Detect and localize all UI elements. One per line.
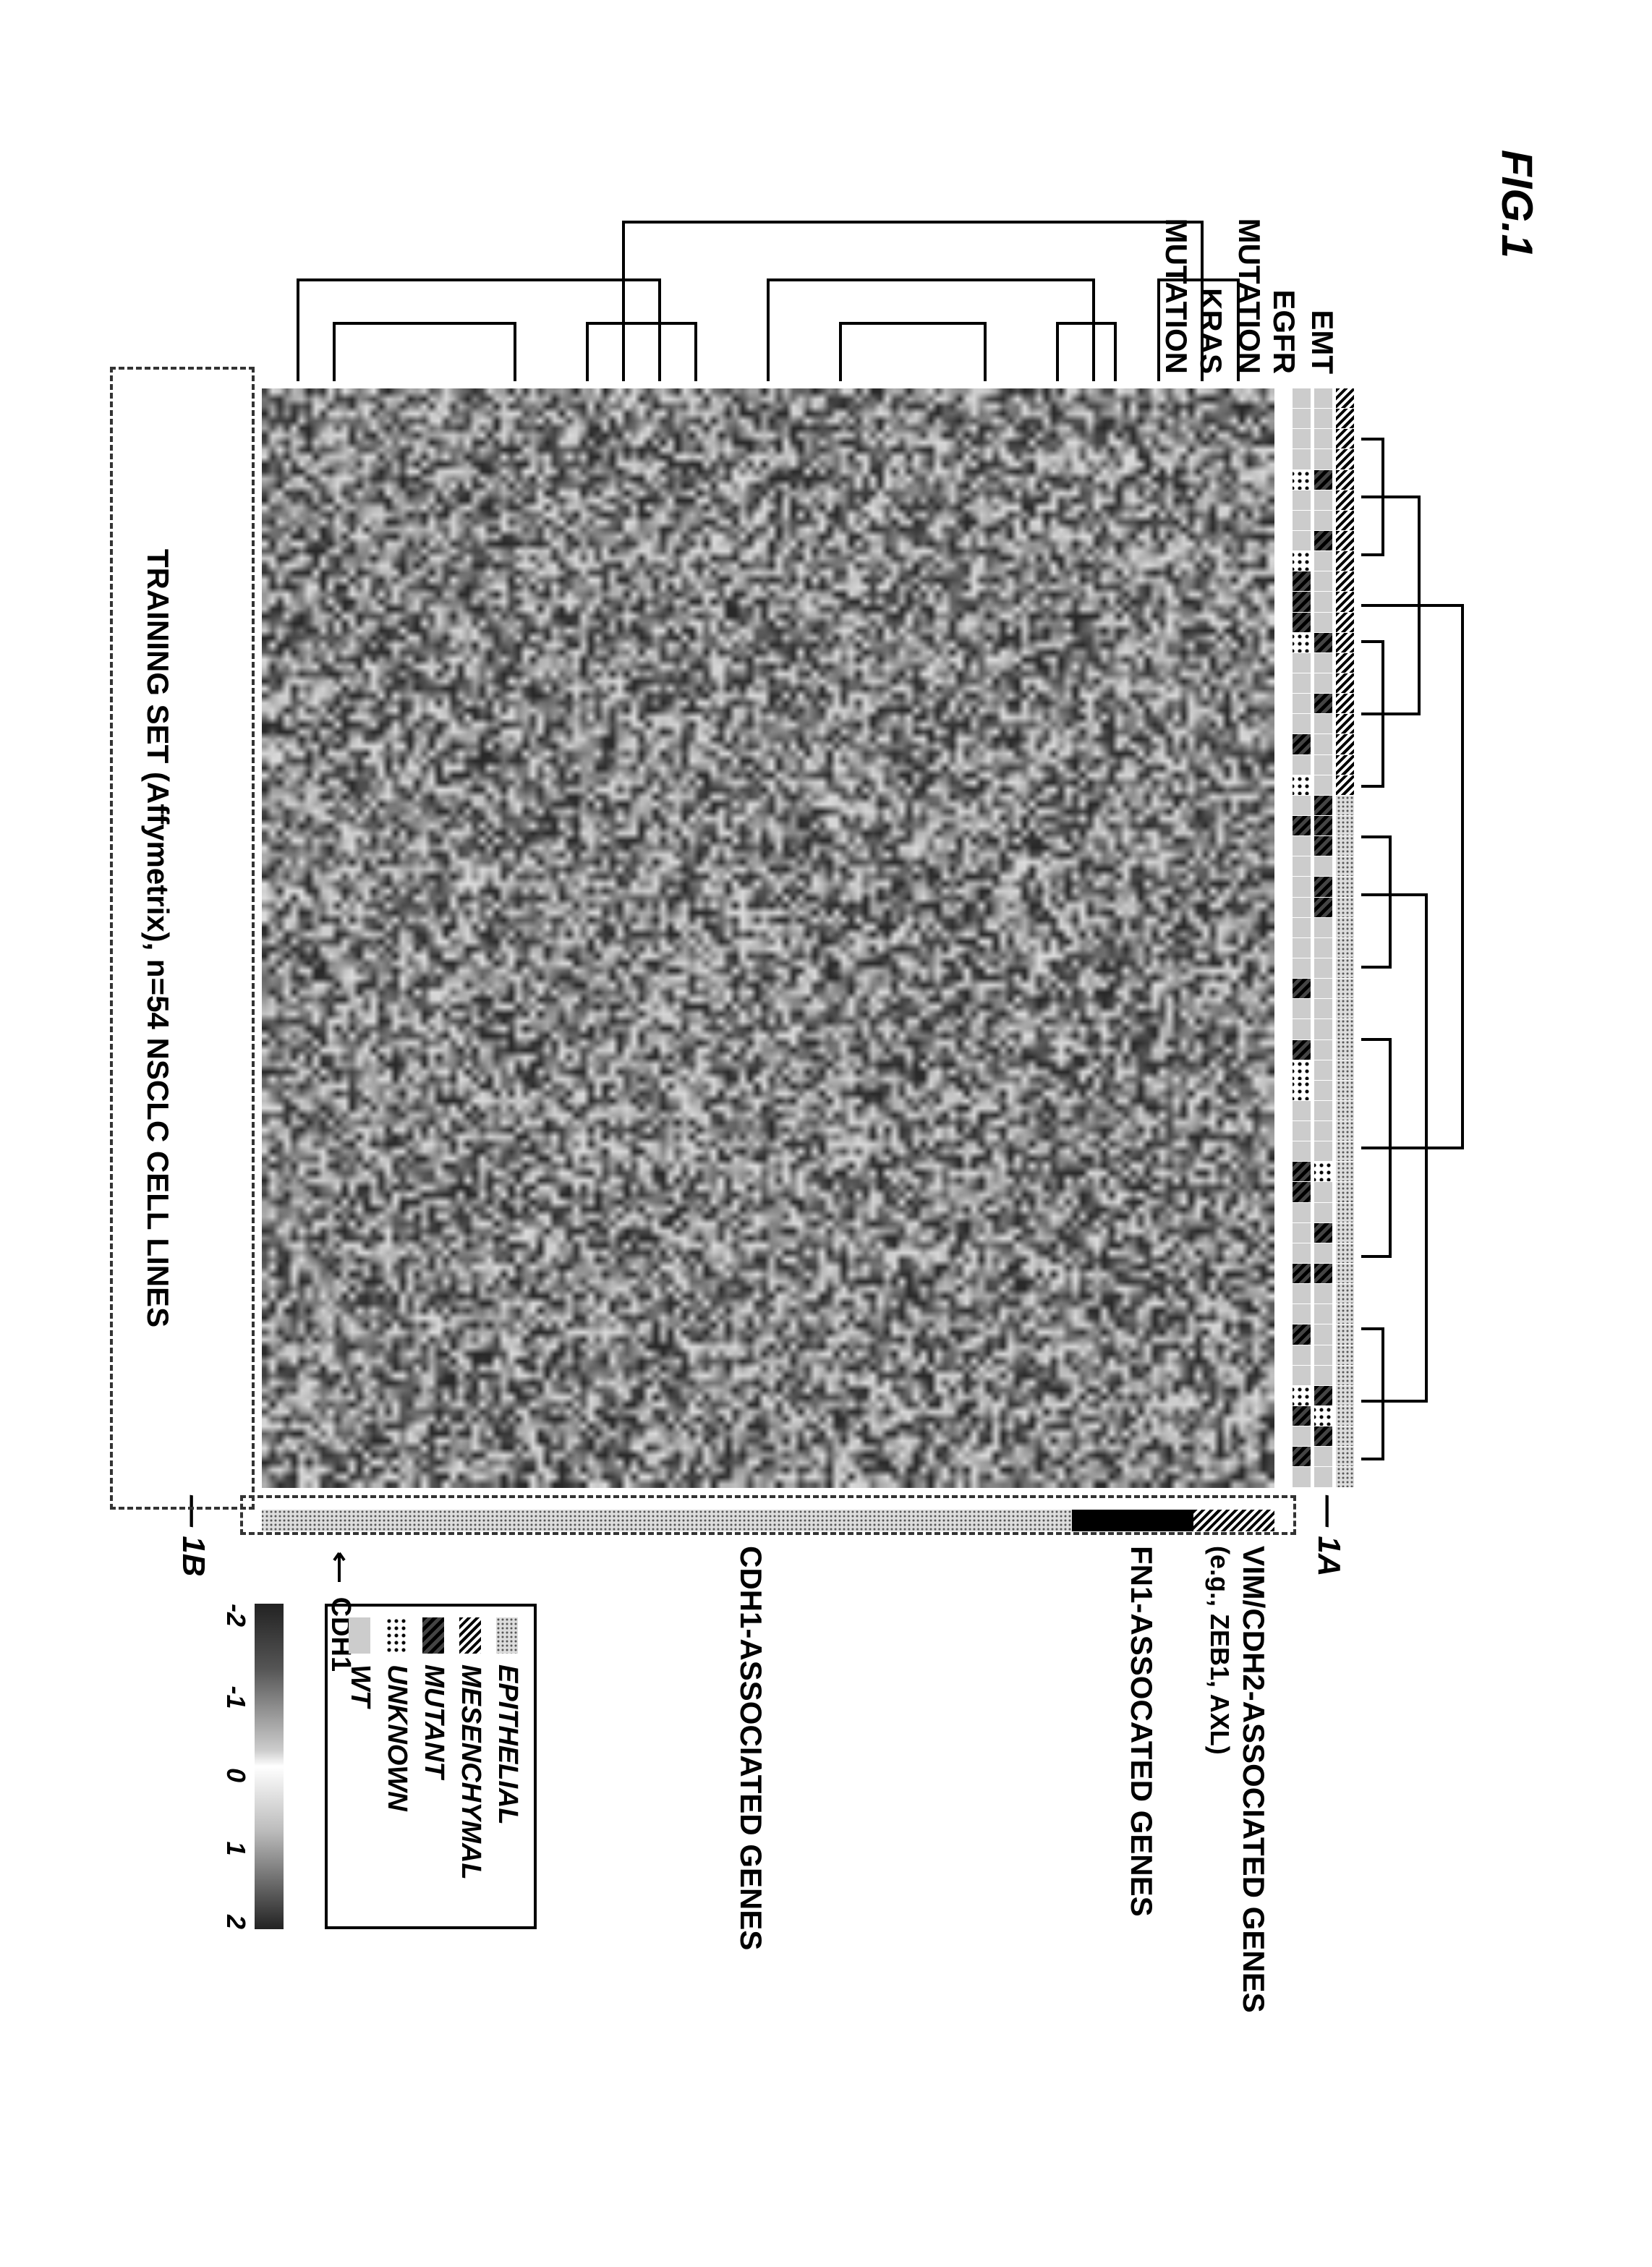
fn1-group-label: FN1-ASSOCATED GENES <box>1124 1546 1159 1917</box>
mesenchymal-legend: MESENCHYMAL <box>455 1664 486 1880</box>
figure-label: FIG.1 <box>1492 150 1542 258</box>
colorbar-ticks: -2-1012 <box>221 1604 251 1929</box>
colorbar-gradient <box>255 1604 284 1929</box>
egfr-annotation-track <box>1314 388 1332 1488</box>
callout-box-1b <box>110 367 255 1510</box>
unknown-legend: UNKNOWN <box>381 1664 412 1811</box>
emt-label: EMT <box>1305 157 1340 374</box>
mutant-legend: MUTANT <box>418 1664 449 1779</box>
colorbar: -2-1012 <box>226 1604 284 1929</box>
gene-group-color-bar <box>262 1510 1274 1531</box>
vim-sub-label: (e.g., ZEB1, AXL) <box>1204 1546 1235 1755</box>
vim-group-label: VIM/CDH2-ASSOCIATED GENES <box>1236 1546 1271 2013</box>
emt-annotation-track <box>1336 388 1354 1488</box>
cdh1-group-label: CDH1-ASSOCIATED GENES <box>733 1546 768 1950</box>
callout-1a-label: — 1A <box>1311 1495 1347 1576</box>
unknown-swatch <box>386 1617 408 1654</box>
wt-swatch <box>349 1617 371 1654</box>
row-dendrogram <box>262 193 1274 381</box>
kras-annotation-track <box>1293 388 1311 1488</box>
x-axis-caption: TRAINING SET (Affymetrix), n=54 NSCLC CE… <box>140 388 175 1488</box>
mesenchymal-swatch <box>460 1617 482 1654</box>
epithelial-legend: EPITHELIAL <box>492 1664 523 1825</box>
epithelial-swatch <box>497 1617 519 1654</box>
expression-heatmap <box>262 388 1274 1488</box>
column-dendrogram <box>1361 388 1491 1488</box>
wt-legend: WT <box>344 1664 375 1707</box>
mutant-swatch <box>423 1617 445 1654</box>
legend: EPITHELIAL MESENCHYMAL MUTANT UNKNOWN WT <box>325 1604 537 1929</box>
figure-container: FIG.1 EMT EGFR MUTATION KRAS MUTATION <box>103 121 1549 2146</box>
